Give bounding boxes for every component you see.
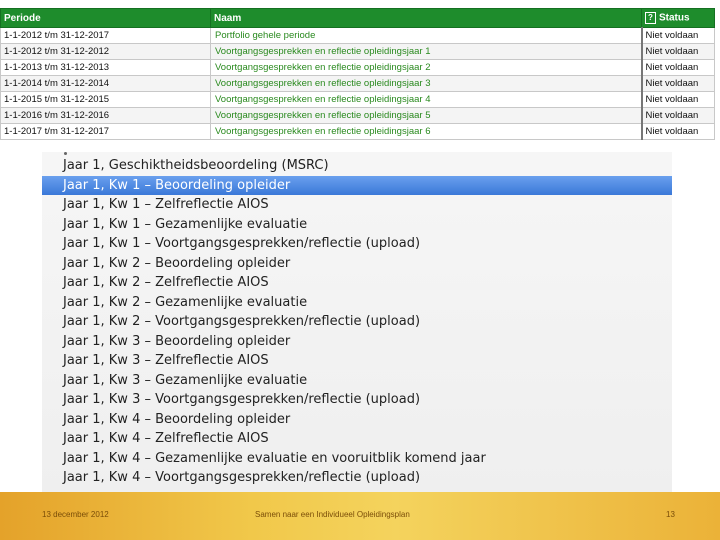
list-item[interactable]: Jaar 1, Kw 3 – Beoordeling opleider <box>42 332 672 352</box>
list-item[interactable]: Jaar 1, Kw 1 – Gezamenlijke evaluatie <box>42 215 672 235</box>
portfolio-table: Periode Naam ? Status 1-1-2012 t/m 31-12-… <box>0 8 715 140</box>
help-icon[interactable]: ? <box>645 12 656 24</box>
row-naam-link[interactable]: Voortgangsgesprekken en reflectie opleid… <box>210 75 642 92</box>
list-item[interactable]: Jaar 1, Kw 2 – Zelfreflectie AIOS <box>42 273 672 293</box>
list-item[interactable]: Jaar 1, Kw 1 – Voortgangsgesprekken/refl… <box>42 234 672 254</box>
row-periode: 1-1-2012 t/m 31-12-2012 <box>0 43 211 60</box>
row-periode: 1-1-2017 t/m 31-12-2017 <box>0 123 211 140</box>
table-row[interactable]: 1-1-2014 t/m 31-12-2014 Voortgangsgesprek… <box>0 75 715 92</box>
row-status: Niet voldaan <box>640 27 715 44</box>
row-naam-link[interactable]: Voortgangsgesprekken en reflectie opleid… <box>210 59 642 76</box>
table-row[interactable]: 1-1-2015 t/m 31-12-2015 Voortgangsgesprek… <box>0 91 715 108</box>
list-item[interactable]: Jaar 1, Kw 4 – Voortgangsgesprekken/refl… <box>42 468 672 488</box>
row-naam-link[interactable]: Voortgangsgesprekken en reflectie opleid… <box>210 107 642 124</box>
list-item[interactable]: Jaar 1, Kw 4 – Gezamenlijke evaluatie en… <box>42 449 672 469</box>
list-item[interactable]: Jaar 1, Kw 3 – Gezamenlijke evaluatie <box>42 371 672 391</box>
row-periode: 1-1-2012 t/m 31-12-2017 <box>0 27 211 44</box>
row-status: Niet voldaan <box>640 91 715 108</box>
form-list-panel: Jaar 1, Geschiktheidsbeoordeling (MSRC) J… <box>42 152 672 492</box>
column-header-status[interactable]: ? Status <box>641 8 715 28</box>
row-naam-link[interactable]: Voortgangsgesprekken en reflectie opleid… <box>210 43 642 60</box>
list-item-selected[interactable]: Jaar 1, Kw 1 – Beoordeling opleider <box>42 175 672 195</box>
row-status: Niet voldaan <box>640 43 715 60</box>
table-row[interactable]: 1-1-2013 t/m 31-12-2013 Voortgangsgesprek… <box>0 59 715 76</box>
bullet-dot <box>64 152 67 155</box>
list-item[interactable]: Jaar 1, Geschiktheidsbeoordeling (MSRC) <box>42 156 672 176</box>
portfolio-table-panel: Periode Naam ? Status 1-1-2012 t/m 31-12-… <box>0 8 715 148</box>
table-header-row: Periode Naam ? Status <box>0 8 715 28</box>
row-naam-link[interactable]: Portfolio gehele periode <box>210 27 642 44</box>
row-periode: 1-1-2015 t/m 31-12-2015 <box>0 91 211 108</box>
column-header-periode[interactable]: Periode <box>0 8 211 28</box>
footer-title: Samen naar een Individueel Opleidingspla… <box>255 510 410 519</box>
row-status: Niet voldaan <box>640 75 715 92</box>
table-row[interactable]: 1-1-2012 t/m 31-12-2017 Portfolio gehele … <box>0 27 715 44</box>
row-status: Niet voldaan <box>640 107 715 124</box>
column-header-naam[interactable]: Naam <box>210 8 642 28</box>
list-item[interactable]: Jaar 1, Kw 2 – Voortgangsgesprekken/refl… <box>42 312 672 332</box>
row-naam-link[interactable]: Voortgangsgesprekken en reflectie opleid… <box>210 123 642 140</box>
row-periode: 1-1-2014 t/m 31-12-2014 <box>0 75 211 92</box>
row-naam-link[interactable]: Voortgangsgesprekken en reflectie opleid… <box>210 91 642 108</box>
table-row[interactable]: 1-1-2012 t/m 31-12-2012 Voortgangsgesprek… <box>0 43 715 60</box>
list-item[interactable]: Jaar 1, Kw 1 – Zelfreflectie AIOS <box>42 195 672 215</box>
row-periode: 1-1-2016 t/m 31-12-2016 <box>0 107 211 124</box>
list-item[interactable]: Jaar 1, Kw 3 – Voortgangsgesprekken/refl… <box>42 390 672 410</box>
list-item[interactable]: Jaar 1, Kw 2 – Gezamenlijke evaluatie <box>42 293 672 313</box>
row-status: Niet voldaan <box>640 59 715 76</box>
column-header-status-label: Status <box>659 12 690 24</box>
slide-footer: 13 december 2012 Samen naar een Individu… <box>0 492 720 540</box>
table-row[interactable]: 1-1-2016 t/m 31-12-2016 Voortgangsgesprek… <box>0 107 715 124</box>
row-periode: 1-1-2013 t/m 31-12-2013 <box>0 59 211 76</box>
slide-number: 13 <box>666 510 675 519</box>
list-item[interactable]: Jaar 1, Kw 2 – Beoordeling opleider <box>42 254 672 274</box>
table-row[interactable]: 1-1-2017 t/m 31-12-2017 Voortgangsgesprek… <box>0 123 715 140</box>
list-item[interactable]: Jaar 1, Kw 3 – Zelfreflectie AIOS <box>42 351 672 371</box>
row-status: Niet voldaan <box>640 123 715 140</box>
list-item[interactable]: Jaar 1, Kw 4 – Zelfreflectie AIOS <box>42 429 672 449</box>
list-item[interactable]: Jaar 1, Kw 4 – Beoordeling opleider <box>42 410 672 430</box>
footer-date: 13 december 2012 <box>42 510 109 519</box>
